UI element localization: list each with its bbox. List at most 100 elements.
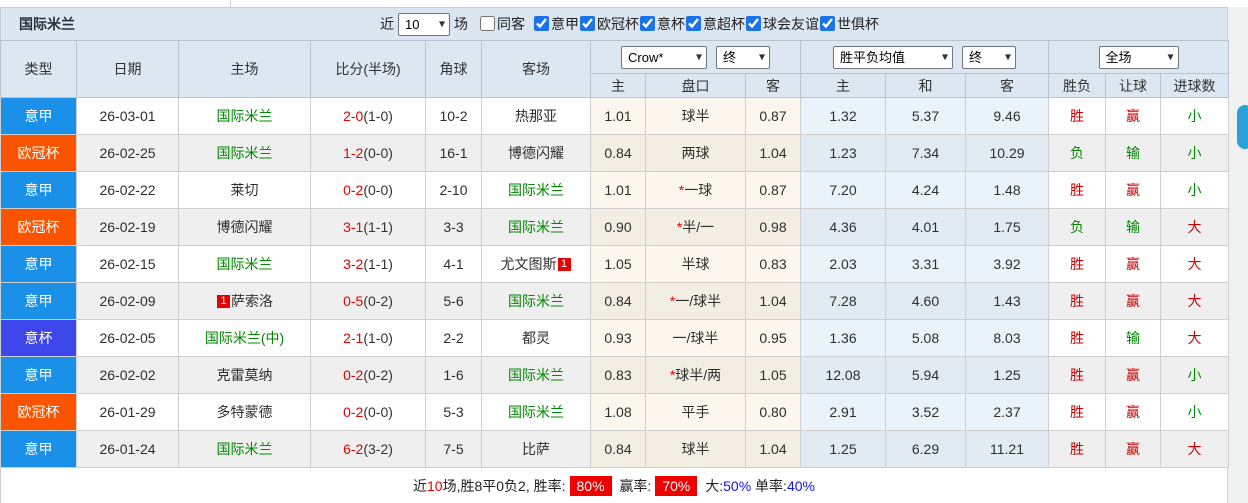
halftime-score: (1-1): [363, 219, 393, 235]
corners-cell: 3-3: [425, 208, 482, 246]
scope-select[interactable]: 全场: [1098, 45, 1179, 69]
home-team-cell: 莱切: [178, 171, 311, 209]
result-cell: 胜: [1048, 282, 1107, 320]
away-odds-cell: 0.95: [745, 319, 801, 357]
match-row: 欧冠杯 26-02-25 国际米兰 1-2(0-0) 16-1 博德闪耀 0.84 两球 1.0…: [0, 134, 1230, 172]
filter-checkbox-欧冠杯[interactable]: 欧冠杯: [580, 14, 639, 34]
away-team-cell: 国际米兰: [481, 393, 591, 431]
goals-result-cell: 小: [1160, 171, 1230, 209]
handicap-result-cell: 赢: [1105, 430, 1162, 468]
home-team-cell: 1 萨索洛: [178, 282, 311, 320]
home-odds-cell: 1.05: [590, 245, 646, 283]
handicap-cell: 一/球半: [645, 319, 746, 357]
strip-divider: [230, 0, 231, 7]
home-team-cell: 国际米兰: [178, 134, 311, 172]
checkbox-input[interactable]: [534, 16, 549, 32]
handicap-result-cell: 赢: [1105, 245, 1162, 283]
team-name: 国际米兰(中): [204, 330, 285, 346]
home-team-cell: 国际米兰: [178, 97, 311, 135]
team-name: 热那亚: [515, 108, 557, 124]
checkbox-input[interactable]: [580, 16, 595, 32]
fulltime-score: 0-2: [343, 367, 364, 383]
fulltime-score: 2-1: [343, 330, 364, 346]
handicap-cell: 球半: [645, 97, 746, 135]
avg-home-cell: 1.36: [800, 319, 886, 357]
avg-type-select[interactable]: 胜平负均值: [833, 45, 953, 69]
home-team-cell: 国际米兰: [178, 430, 311, 468]
result-cell: 负: [1048, 208, 1107, 246]
away-odds-cell: 0.98: [745, 208, 801, 246]
away-odds-cell: 0.87: [745, 97, 801, 135]
avg-away-cell: 1.48: [964, 171, 1050, 209]
score-cell: 0-2(0-2): [310, 356, 426, 394]
avg-draw-cell: 5.94: [885, 356, 966, 394]
goals-result-cell: 小: [1160, 356, 1230, 394]
filter-checkbox-意杯[interactable]: 意杯: [640, 14, 685, 34]
away-team-cell: 国际米兰: [481, 356, 591, 394]
league-rank-badge: 1: [557, 258, 571, 271]
filter-checkbox-球会友谊[interactable]: 球会友谊: [746, 14, 819, 34]
league-badge: 意甲: [0, 97, 77, 135]
match-date-cell: 26-02-22: [76, 171, 179, 209]
checkbox-input[interactable]: [820, 16, 835, 32]
checkbox-label: 意超杯: [703, 15, 745, 32]
checkbox-input[interactable]: [746, 16, 761, 32]
league-badge: 欧冠杯: [0, 393, 77, 431]
corners-cell: 10-2: [425, 97, 482, 135]
corners-cell: 5-3: [425, 393, 482, 431]
home-team-cell: 克雷莫纳: [178, 356, 311, 394]
handicap-cell: *一/球半: [645, 282, 746, 320]
score-cell: 2-0(1-0): [310, 97, 426, 135]
result-cell: 胜: [1048, 356, 1107, 394]
star-marker: *: [678, 182, 685, 198]
result-cell: 胜: [1048, 393, 1107, 431]
avg-draw-cell: 6.29: [885, 430, 966, 468]
home-odds-cell: 0.93: [590, 319, 646, 357]
scrollbar-thumb[interactable]: [1237, 105, 1248, 149]
avg-home-cell: 7.28: [800, 282, 886, 320]
avg-time-select[interactable]: 终: [962, 45, 1016, 69]
score-cell: 1-2(0-0): [310, 134, 426, 172]
filter-checkbox-世俱杯[interactable]: 世俱杯: [820, 14, 879, 34]
team-name: 博德闪耀: [508, 145, 564, 161]
avg-draw-cell: 3.52: [885, 393, 966, 431]
filter-checkbox-意超杯[interactable]: 意超杯: [686, 14, 745, 34]
checkbox-input[interactable]: [640, 16, 655, 32]
match-date-cell: 26-02-19: [76, 208, 179, 246]
corners-cell: 4-1: [425, 245, 482, 283]
checkbox-label: 世俱杯: [837, 15, 879, 32]
goals-result-cell: 小: [1160, 97, 1230, 135]
away-team-cell: 热那亚: [481, 97, 591, 135]
match-date-cell: 26-02-09: [76, 282, 179, 320]
summary-segment: 场,胜8平0负2, 胜率:: [442, 477, 566, 494]
checkbox-input[interactable]: [480, 16, 495, 32]
fulltime-score: 0-5: [343, 293, 364, 309]
summary-segment: 单率:: [751, 477, 787, 494]
league-rank-badge: 1: [217, 295, 230, 308]
handicap-result-cell: 赢: [1105, 356, 1162, 394]
match-count-select[interactable]: 10: [398, 12, 450, 36]
avg-away-cell: 1.75: [964, 208, 1050, 246]
team-name: 萨索洛: [231, 293, 273, 309]
team-name: 国际米兰: [508, 219, 564, 235]
home-odds-cell: 0.84: [590, 430, 646, 468]
odds-company-select[interactable]: Crow*: [621, 45, 707, 69]
col-header-date: 日期: [76, 40, 179, 98]
checkbox-input[interactable]: [686, 16, 701, 32]
result-cell: 胜: [1048, 319, 1107, 357]
handicap-cell: 半球: [645, 245, 746, 283]
fulltime-score: 6-2: [343, 441, 364, 457]
home-team-cell: 博德闪耀: [178, 208, 311, 246]
handicap-cell: *球半/两: [645, 356, 746, 394]
filter-checkbox-意甲[interactable]: 意甲: [534, 14, 579, 34]
match-date-cell: 26-03-01: [76, 97, 179, 135]
col-header-home: 主场: [178, 40, 311, 98]
summary-segment: 70%: [655, 475, 698, 496]
avg-home-cell: 1.23: [800, 134, 886, 172]
halftime-score: (0-0): [363, 145, 393, 161]
odds-time-select[interactable]: 终: [716, 45, 770, 69]
league-badge: 意甲: [0, 282, 77, 320]
match-date-cell: 26-02-02: [76, 356, 179, 394]
filter-checkbox-同客[interactable]: 同客: [480, 14, 525, 34]
matches-table: 类型 日期 主场 比分(半场) 角球 客场 Crow* ▾ 终 ▾ 胜平负均值 …: [0, 40, 1230, 468]
